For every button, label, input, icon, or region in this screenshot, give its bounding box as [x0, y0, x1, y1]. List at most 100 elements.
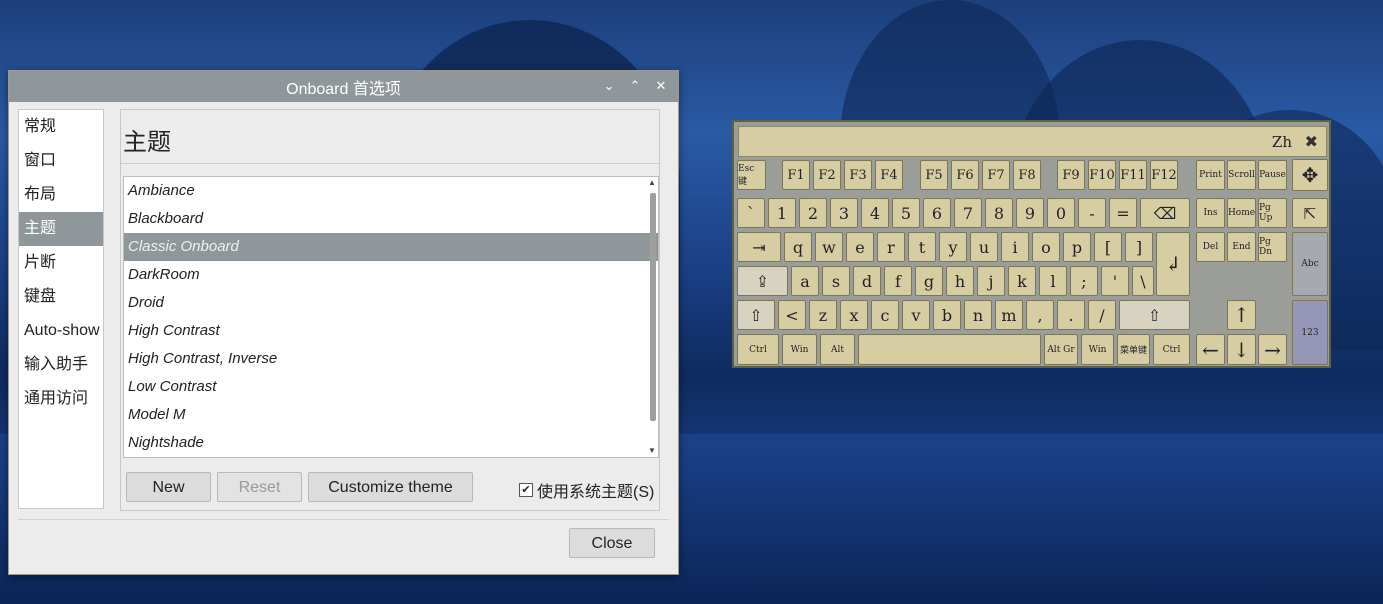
key-page-up[interactable]: Pg Up	[1258, 198, 1287, 228]
key-4[interactable]: 4	[861, 198, 889, 228]
layer-123-button[interactable]: 123	[1292, 300, 1328, 365]
key-g[interactable]: g	[915, 266, 943, 296]
key-k[interactable]: k	[1008, 266, 1036, 296]
key-2[interactable]: 2	[799, 198, 827, 228]
key-c[interactable]: c	[871, 300, 899, 330]
key-a[interactable]: a	[791, 266, 819, 296]
sidebar-item-window[interactable]: 窗口	[19, 144, 103, 178]
layer-abc-button[interactable]: Abc	[1292, 232, 1328, 296]
key-semicolon[interactable]: ;	[1070, 266, 1098, 296]
arrow-down-icon[interactable]: ↓	[1227, 334, 1256, 365]
key-9[interactable]: 9	[1016, 198, 1044, 228]
key-comma[interactable]: ,	[1026, 300, 1054, 330]
key-right-win[interactable]: Win	[1081, 334, 1114, 365]
capslock-icon[interactable]: ⇪	[737, 266, 788, 296]
key-menu[interactable]: 菜单键	[1117, 334, 1150, 365]
key-b[interactable]: b	[933, 300, 961, 330]
key-alt-gr[interactable]: Alt Gr	[1044, 334, 1078, 365]
close-icon[interactable]: ✕	[654, 77, 668, 95]
key-left-alt[interactable]: Alt	[820, 334, 855, 365]
key-v[interactable]: v	[902, 300, 930, 330]
key-esc[interactable]: Esc 键	[737, 160, 766, 190]
theme-scrollbar[interactable]: ▲ ▼	[648, 179, 656, 455]
key-minus[interactable]: -	[1078, 198, 1106, 228]
key-home[interactable]: Home	[1227, 198, 1256, 228]
key-f9[interactable]: F9	[1057, 160, 1085, 190]
key-scroll[interactable]: Scroll	[1227, 160, 1256, 190]
key-insert[interactable]: Ins	[1196, 198, 1225, 228]
sidebar-item-input-assist[interactable]: 输入助手	[19, 348, 103, 382]
key-f2[interactable]: F2	[813, 160, 841, 190]
key-6[interactable]: 6	[923, 198, 951, 228]
reset-button[interactable]: Reset	[217, 472, 302, 502]
key-f8[interactable]: F8	[1013, 160, 1041, 190]
new-button[interactable]: New	[126, 472, 211, 502]
key-0[interactable]: 0	[1047, 198, 1075, 228]
key-f6[interactable]: F6	[951, 160, 979, 190]
customize-theme-button[interactable]: Customize theme	[308, 472, 473, 502]
sidebar-item-general[interactable]: 常规	[19, 110, 103, 144]
key-8[interactable]: 8	[985, 198, 1013, 228]
key-f10[interactable]: F10	[1088, 160, 1116, 190]
key-d[interactable]: d	[853, 266, 881, 296]
key-backslash[interactable]: \	[1132, 266, 1154, 296]
arrow-left-icon[interactable]: ←	[1196, 334, 1225, 365]
keyboard-close-icon[interactable]: ✖	[1305, 132, 1318, 152]
theme-item-nightshade[interactable]: Nightshade	[124, 429, 658, 457]
key-7[interactable]: 7	[954, 198, 982, 228]
key-e[interactable]: e	[846, 232, 874, 262]
key-f3[interactable]: F3	[844, 160, 872, 190]
key-f1[interactable]: F1	[782, 160, 810, 190]
key-u[interactable]: u	[970, 232, 998, 262]
checkbox-check-icon[interactable]: ✔	[519, 483, 533, 497]
left-shift-icon[interactable]: ⇧	[737, 300, 775, 330]
key-backtick[interactable]: `	[737, 198, 765, 228]
key-w[interactable]: w	[815, 232, 843, 262]
key-5[interactable]: 5	[892, 198, 920, 228]
key-f[interactable]: f	[884, 266, 912, 296]
key-left-bracket[interactable]: [	[1094, 232, 1122, 262]
key-1[interactable]: 1	[768, 198, 796, 228]
sidebar-item-keyboard[interactable]: 键盘	[19, 280, 103, 314]
sidebar-item-layout[interactable]: 布局	[19, 178, 103, 212]
window-titlebar[interactable]: Onboard 首选项 ⌄ ⌃ ✕	[9, 71, 678, 102]
key-h[interactable]: h	[946, 266, 974, 296]
pointer-icon[interactable]: ⇱	[1292, 198, 1328, 228]
key-l[interactable]: l	[1039, 266, 1067, 296]
key-period[interactable]: .	[1057, 300, 1085, 330]
key-equals[interactable]: =	[1109, 198, 1137, 228]
key-quote[interactable]: '	[1101, 266, 1129, 296]
key-f11[interactable]: F11	[1119, 160, 1147, 190]
key-space[interactable]	[858, 334, 1041, 365]
key-f7[interactable]: F7	[982, 160, 1010, 190]
theme-list[interactable]: Ambiance Blackboard Classic Onboard Dark…	[123, 176, 659, 458]
theme-item-high-contrast[interactable]: High Contrast	[124, 317, 658, 345]
theme-item-ambiance[interactable]: Ambiance	[124, 177, 658, 205]
key-page-down[interactable]: Pg Dn	[1258, 232, 1287, 262]
theme-item-blackboard[interactable]: Blackboard	[124, 205, 658, 233]
key-t[interactable]: t	[908, 232, 936, 262]
key-less-than[interactable]: <	[778, 300, 806, 330]
key-p[interactable]: p	[1063, 232, 1091, 262]
arrow-up-icon[interactable]: ↑	[1227, 300, 1256, 330]
theme-item-low-contrast[interactable]: Low Contrast	[124, 373, 658, 401]
key-right-ctrl[interactable]: Ctrl	[1153, 334, 1190, 365]
arrow-right-icon[interactable]: →	[1258, 334, 1287, 365]
backspace-icon[interactable]: ⌫	[1140, 198, 1190, 228]
language-indicator[interactable]: Zh	[1272, 133, 1292, 151]
sidebar-item-snippets[interactable]: 片断	[19, 246, 103, 280]
key-left-ctrl[interactable]: Ctrl	[737, 334, 779, 365]
key-left-win[interactable]: Win	[782, 334, 817, 365]
scroll-down-icon[interactable]: ▼	[648, 447, 656, 455]
tab-icon[interactable]: ⇥	[737, 232, 781, 262]
sidebar-item-accessibility[interactable]: 通用访问	[19, 382, 103, 416]
theme-item-model-m[interactable]: Model M	[124, 401, 658, 429]
key-f4[interactable]: F4	[875, 160, 903, 190]
key-x[interactable]: x	[840, 300, 868, 330]
key-o[interactable]: o	[1032, 232, 1060, 262]
maximize-icon[interactable]: ⌃	[628, 77, 642, 95]
key-pause[interactable]: Pause	[1258, 160, 1287, 190]
key-z[interactable]: z	[809, 300, 837, 330]
key-f5[interactable]: F5	[920, 160, 948, 190]
key-delete[interactable]: Del	[1196, 232, 1225, 262]
